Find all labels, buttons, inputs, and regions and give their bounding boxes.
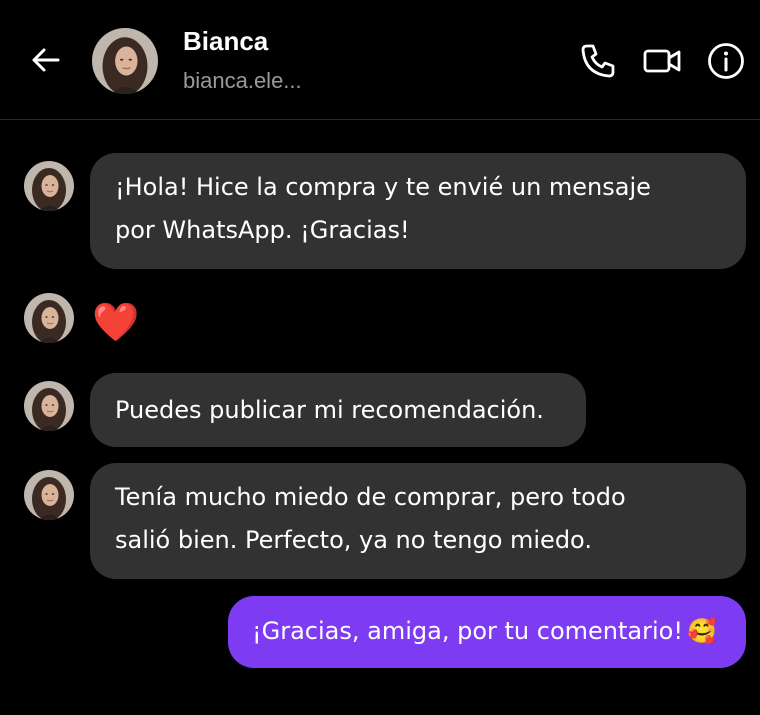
contact-handle[interactable]: bianca.ele...: [183, 68, 302, 94]
video-camera-icon: [643, 49, 681, 73]
back-arrow-icon: [32, 48, 60, 72]
message-bubble-received[interactable]: Puedes publicar mi recomendación.: [90, 373, 586, 447]
phone-icon: [581, 44, 615, 78]
avatar[interactable]: [24, 470, 74, 520]
contact-name[interactable]: Bianca: [183, 26, 268, 57]
avatar[interactable]: [24, 381, 74, 431]
info-button[interactable]: [706, 41, 746, 81]
smiling-face-with-hearts-emoji: 🥰: [686, 617, 717, 645]
chat-header: Bianca bianca.ele...: [0, 0, 760, 120]
message-text: Tenía mucho miedo de comprar, pero todo: [115, 483, 626, 511]
avatar[interactable]: [24, 293, 74, 343]
back-button[interactable]: [26, 40, 66, 80]
avatar[interactable]: [92, 28, 158, 94]
message-bubble-received[interactable]: Tenía mucho miedo de comprar, pero todo …: [90, 463, 746, 579]
message-text: ¡Hola! Hice la compra y te envié un mens…: [115, 173, 651, 201]
message-text: por WhatsApp. ¡Gracias!: [115, 216, 410, 244]
message-text: salió bien. Perfecto, ya no tengo miedo.: [115, 526, 592, 554]
message-bubble-sent[interactable]: ¡Gracias, amiga, por tu comentario! 🥰: [228, 596, 746, 668]
message-text: Puedes publicar mi recomendación.: [115, 396, 544, 424]
call-button[interactable]: [578, 41, 618, 81]
avatar[interactable]: [24, 161, 74, 211]
heart-emoji-message[interactable]: ❤️: [92, 300, 139, 344]
message-text: ¡Gracias, amiga, por tu comentario!: [252, 617, 683, 645]
info-icon: [708, 43, 744, 79]
message-bubble-received[interactable]: ¡Hola! Hice la compra y te envié un mens…: [90, 153, 746, 269]
video-call-button[interactable]: [642, 41, 682, 81]
